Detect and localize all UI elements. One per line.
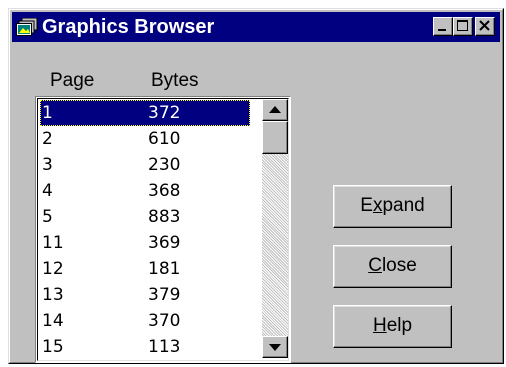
page-cell: 13 — [42, 285, 64, 305]
graphics-browser-window: Graphics Browser Page Bytes 1 372 2 610 … — [8, 8, 504, 364]
title-bar[interactable]: Graphics Browser — [12, 12, 500, 42]
bytes-cell: 113 — [148, 337, 181, 357]
list-item[interactable]: 15 113 — [40, 334, 250, 360]
list-item[interactable]: 13 379 — [40, 282, 250, 308]
expand-label-start: E — [360, 195, 373, 216]
page-cell: 1 — [42, 103, 53, 123]
list-item[interactable]: 4 368 — [40, 178, 250, 204]
list-rows: 1 372 2 610 3 230 4 368 5 883 11 369 12 … — [40, 100, 250, 360]
list-item[interactable]: 14 370 — [40, 308, 250, 334]
list-item[interactable]: 5 883 — [40, 204, 250, 230]
close-window-button[interactable] — [475, 17, 495, 36]
bytes-cell: 883 — [148, 207, 181, 227]
maximize-button[interactable] — [453, 17, 473, 36]
bytes-cell: 368 — [148, 181, 181, 201]
close-icon — [479, 20, 490, 31]
close-label-end: lose — [381, 255, 417, 276]
expand-label-end: pand — [382, 195, 425, 216]
list-item[interactable]: 1 372 — [40, 100, 250, 126]
column-header-bytes: Bytes — [151, 70, 199, 91]
scroll-thumb[interactable] — [262, 121, 288, 154]
page-cell: 3 — [42, 155, 53, 175]
column-header-page: Page — [50, 70, 95, 91]
page-cell: 11 — [42, 233, 64, 253]
page-cell: 2 — [42, 129, 53, 149]
bytes-cell: 372 — [148, 103, 181, 123]
vertical-scrollbar[interactable] — [262, 99, 288, 358]
scroll-up-arrow-icon — [269, 106, 281, 113]
list-item[interactable]: 3 230 — [40, 152, 250, 178]
listbox-frame: 1 372 2 610 3 230 4 368 5 883 11 369 12 … — [37, 98, 289, 361]
minimize-button[interactable] — [433, 17, 453, 36]
scroll-down-button[interactable] — [262, 336, 288, 358]
help-button[interactable]: Help — [333, 305, 452, 348]
close-mnemonic: C — [368, 255, 382, 276]
list-item[interactable]: 11 369 — [40, 230, 250, 256]
scroll-up-button[interactable] — [262, 99, 288, 121]
scroll-down-arrow-icon — [269, 344, 281, 351]
pages-listbox[interactable]: 1 372 2 610 3 230 4 368 5 883 11 369 12 … — [35, 96, 291, 363]
bytes-cell: 230 — [148, 155, 181, 175]
help-mnemonic: H — [372, 315, 387, 336]
page-cell: 5 — [42, 207, 53, 227]
window-title: Graphics Browser — [42, 16, 215, 38]
bytes-cell: 370 — [148, 311, 181, 331]
expand-button[interactable]: Expand — [333, 185, 452, 228]
list-item[interactable]: 12 181 — [40, 256, 250, 282]
page-cell: 12 — [42, 259, 64, 279]
list-item[interactable]: 2 610 — [40, 126, 250, 152]
bytes-cell: 610 — [148, 129, 181, 149]
minimize-icon — [438, 29, 446, 31]
bytes-cell: 181 — [148, 259, 181, 279]
graphics-browser-app-icon[interactable] — [16, 17, 38, 36]
page-cell: 14 — [42, 311, 64, 331]
close-button[interactable]: Close — [333, 245, 452, 288]
page-cell: 15 — [42, 337, 64, 357]
maximize-icon — [457, 20, 468, 31]
help-label-end: elp — [386, 315, 413, 336]
page-cell: 4 — [42, 181, 53, 201]
bytes-cell: 369 — [148, 233, 181, 253]
bytes-cell: 379 — [148, 285, 181, 305]
